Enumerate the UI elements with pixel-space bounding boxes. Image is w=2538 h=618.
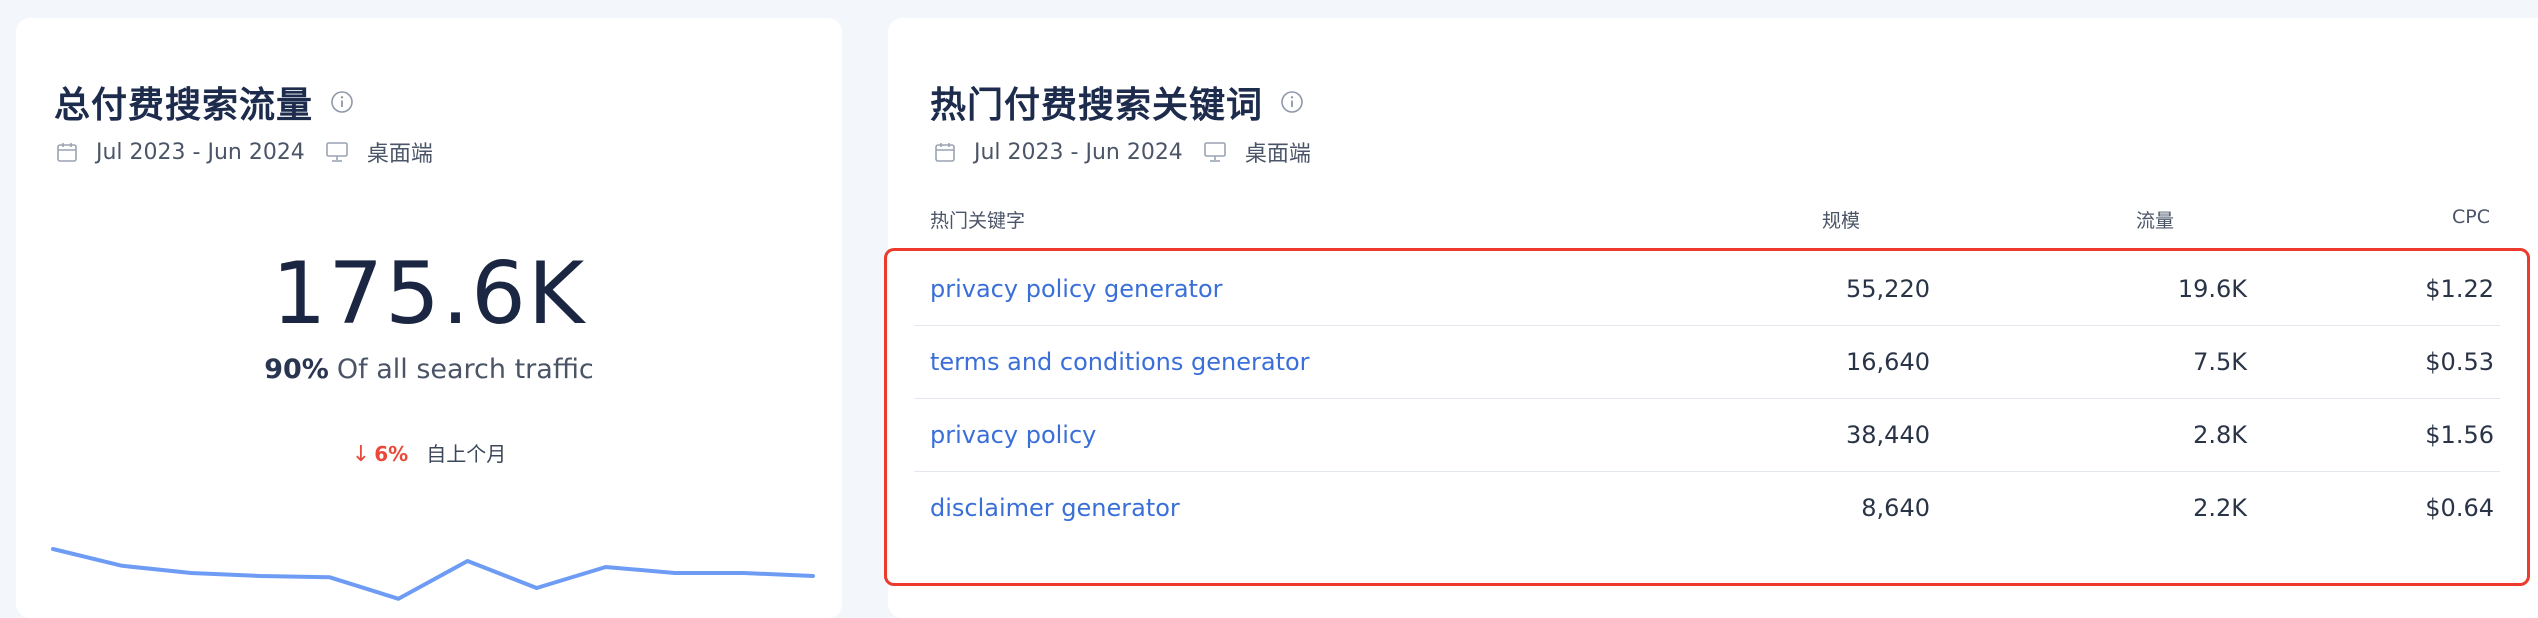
column-header-cpc[interactable]: CPC (2452, 206, 2490, 228)
trend-indicator: ↓ 6% 自上个月 (16, 438, 842, 467)
info-icon[interactable] (1279, 89, 1305, 115)
share-text: Of all search traffic (336, 354, 594, 385)
desktop-icon (325, 141, 349, 163)
traffic-sparkline (51, 547, 815, 601)
card-meta: Jul 2023 - Jun 2024 桌面端 (934, 136, 1311, 168)
arrow-down-icon: ↓ (351, 442, 371, 467)
calendar-icon (934, 141, 956, 163)
traffic-share: 90% Of all search traffic (16, 354, 842, 385)
device-label: 桌面端 (366, 142, 433, 167)
column-header-traffic[interactable]: 流量 (2136, 206, 2174, 233)
share-percent: 90% (264, 354, 329, 385)
date-range: Jul 2023 - Jun 2024 (96, 139, 305, 165)
device-label: 桌面端 (1244, 142, 1311, 167)
card-header: 总付费搜索流量 (54, 76, 355, 128)
card-header: 热门付费搜索关键词 (930, 76, 1305, 128)
total-traffic-value: 175.6K (271, 244, 587, 344)
desktop-icon (1203, 141, 1227, 163)
trend-delta: 6% (374, 442, 409, 466)
trend-text: 自上个月 (426, 442, 507, 466)
calendar-icon (56, 141, 78, 163)
column-header-volume[interactable]: 规模 (1822, 206, 1860, 233)
highlight-box (884, 248, 2530, 586)
sparkline-path (51, 547, 815, 601)
column-header-keyword[interactable]: 热门关键字 (930, 206, 1025, 233)
card-meta: Jul 2023 - Jun 2024 桌面端 (56, 136, 433, 168)
card-title: 热门付费搜索关键词 (930, 85, 1264, 126)
info-icon[interactable] (329, 89, 355, 115)
total-paid-search-traffic-card: 总付费搜索流量 Jul 2023 - Jun 2024 桌面端 175.6K 9… (16, 18, 842, 618)
date-range: Jul 2023 - Jun 2024 (974, 139, 1183, 165)
card-title: 总付费搜索流量 (54, 85, 314, 126)
